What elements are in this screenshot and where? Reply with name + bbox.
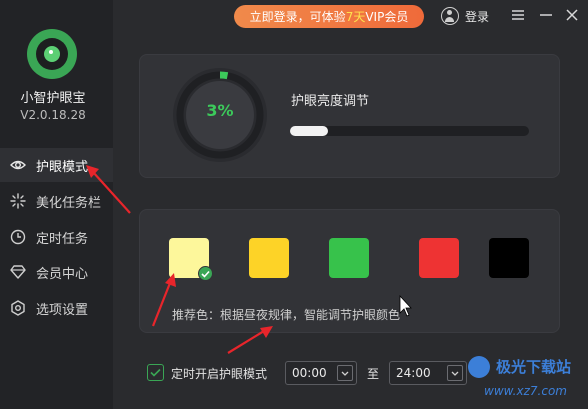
login-button[interactable]: 登录	[441, 5, 489, 27]
sidebar-item-label: 护眼模式	[36, 159, 89, 175]
sidebar-item-label: 会员中心	[36, 266, 89, 282]
swatch-yellow[interactable]	[249, 238, 289, 278]
recommend-text: 推荐色：根据昼夜规律，智能调节护眼颜色	[172, 308, 401, 322]
sidebar-item-label: 定时任务	[36, 231, 89, 247]
promo-text-after: VIP会员	[365, 10, 409, 24]
sidebar-item-taskbar[interactable]: 美化任务栏	[0, 184, 113, 218]
settings-icon	[9, 299, 27, 317]
swatch-red[interactable]	[419, 238, 459, 278]
start-time-select[interactable]: 00:00	[285, 361, 357, 385]
login-label: 登录	[465, 9, 490, 24]
schedule-label: 定时开启护眼模式	[171, 367, 268, 381]
sidebar-item-timer[interactable]: 定时任务	[0, 220, 113, 254]
sparkle-icon	[9, 192, 27, 210]
sidebar-item-member[interactable]: 会员中心	[0, 255, 113, 289]
sidebar-item-settings[interactable]: 选项设置	[0, 291, 113, 325]
watermark-title: 极光下载站	[496, 358, 572, 376]
minimize-icon[interactable]	[538, 7, 554, 23]
selected-check-icon	[198, 266, 213, 281]
schedule-checkbox[interactable]	[147, 364, 164, 381]
annotation-arrow	[227, 330, 265, 354]
diamond-icon	[9, 263, 27, 281]
close-icon[interactable]	[564, 7, 580, 23]
brightness-percent: 3%	[206, 101, 234, 120]
app-version: V2.0.18.28	[20, 108, 86, 122]
brightness-label: 护眼亮度调节	[291, 94, 370, 109]
user-icon	[441, 7, 459, 25]
clock-icon	[9, 228, 27, 246]
swatch-light-yellow[interactable]	[169, 238, 213, 281]
start-time-value: 00:00	[292, 366, 327, 380]
brightness-slider[interactable]	[290, 126, 529, 136]
sidebar-item-label: 选项设置	[36, 302, 89, 318]
color-card: 推荐色：根据昼夜规律，智能调节护眼颜色	[139, 209, 560, 333]
brightness-slider-handle[interactable]	[290, 126, 329, 136]
gauge-progress-arc	[219, 71, 229, 80]
chevron-down-icon	[337, 365, 353, 381]
app-logo	[27, 29, 77, 79]
swatch-black[interactable]	[489, 238, 529, 278]
chevron-down-icon	[447, 365, 463, 381]
promo-text-before: 立即登录，可体验	[249, 10, 346, 24]
end-time-value: 24:00	[396, 366, 431, 380]
vip-promo-button[interactable]: 立即登录，可体验 7天 VIP会员	[234, 5, 424, 28]
sidebar: 小智护眼宝 V2.0.18.28 护眼模式 美化任务栏 定时任务 会员中心 选项…	[0, 0, 113, 409]
menu-icon[interactable]	[510, 7, 526, 23]
schedule-to-label: 至	[367, 367, 380, 381]
swatch-green[interactable]	[329, 238, 369, 278]
watermark: 极光下载站 www.xz7.com	[468, 352, 588, 409]
schedule-row: 定时开启护眼模式 00:00 至 24:00	[147, 361, 477, 385]
watermark-url: www.xz7.com	[484, 384, 567, 398]
end-time-select[interactable]: 24:00	[389, 361, 467, 385]
app-name: 小智护眼宝	[20, 91, 86, 106]
promo-text-highlight: 7天	[345, 10, 366, 24]
eye-logo-icon	[36, 38, 68, 70]
sidebar-item-label: 美化任务栏	[36, 195, 102, 211]
eye-icon	[9, 156, 27, 174]
brightness-card: 3% 护眼亮度调节	[139, 54, 560, 178]
watermark-logo-icon	[468, 356, 490, 378]
sidebar-item-eye-mode[interactable]: 护眼模式	[0, 148, 113, 182]
